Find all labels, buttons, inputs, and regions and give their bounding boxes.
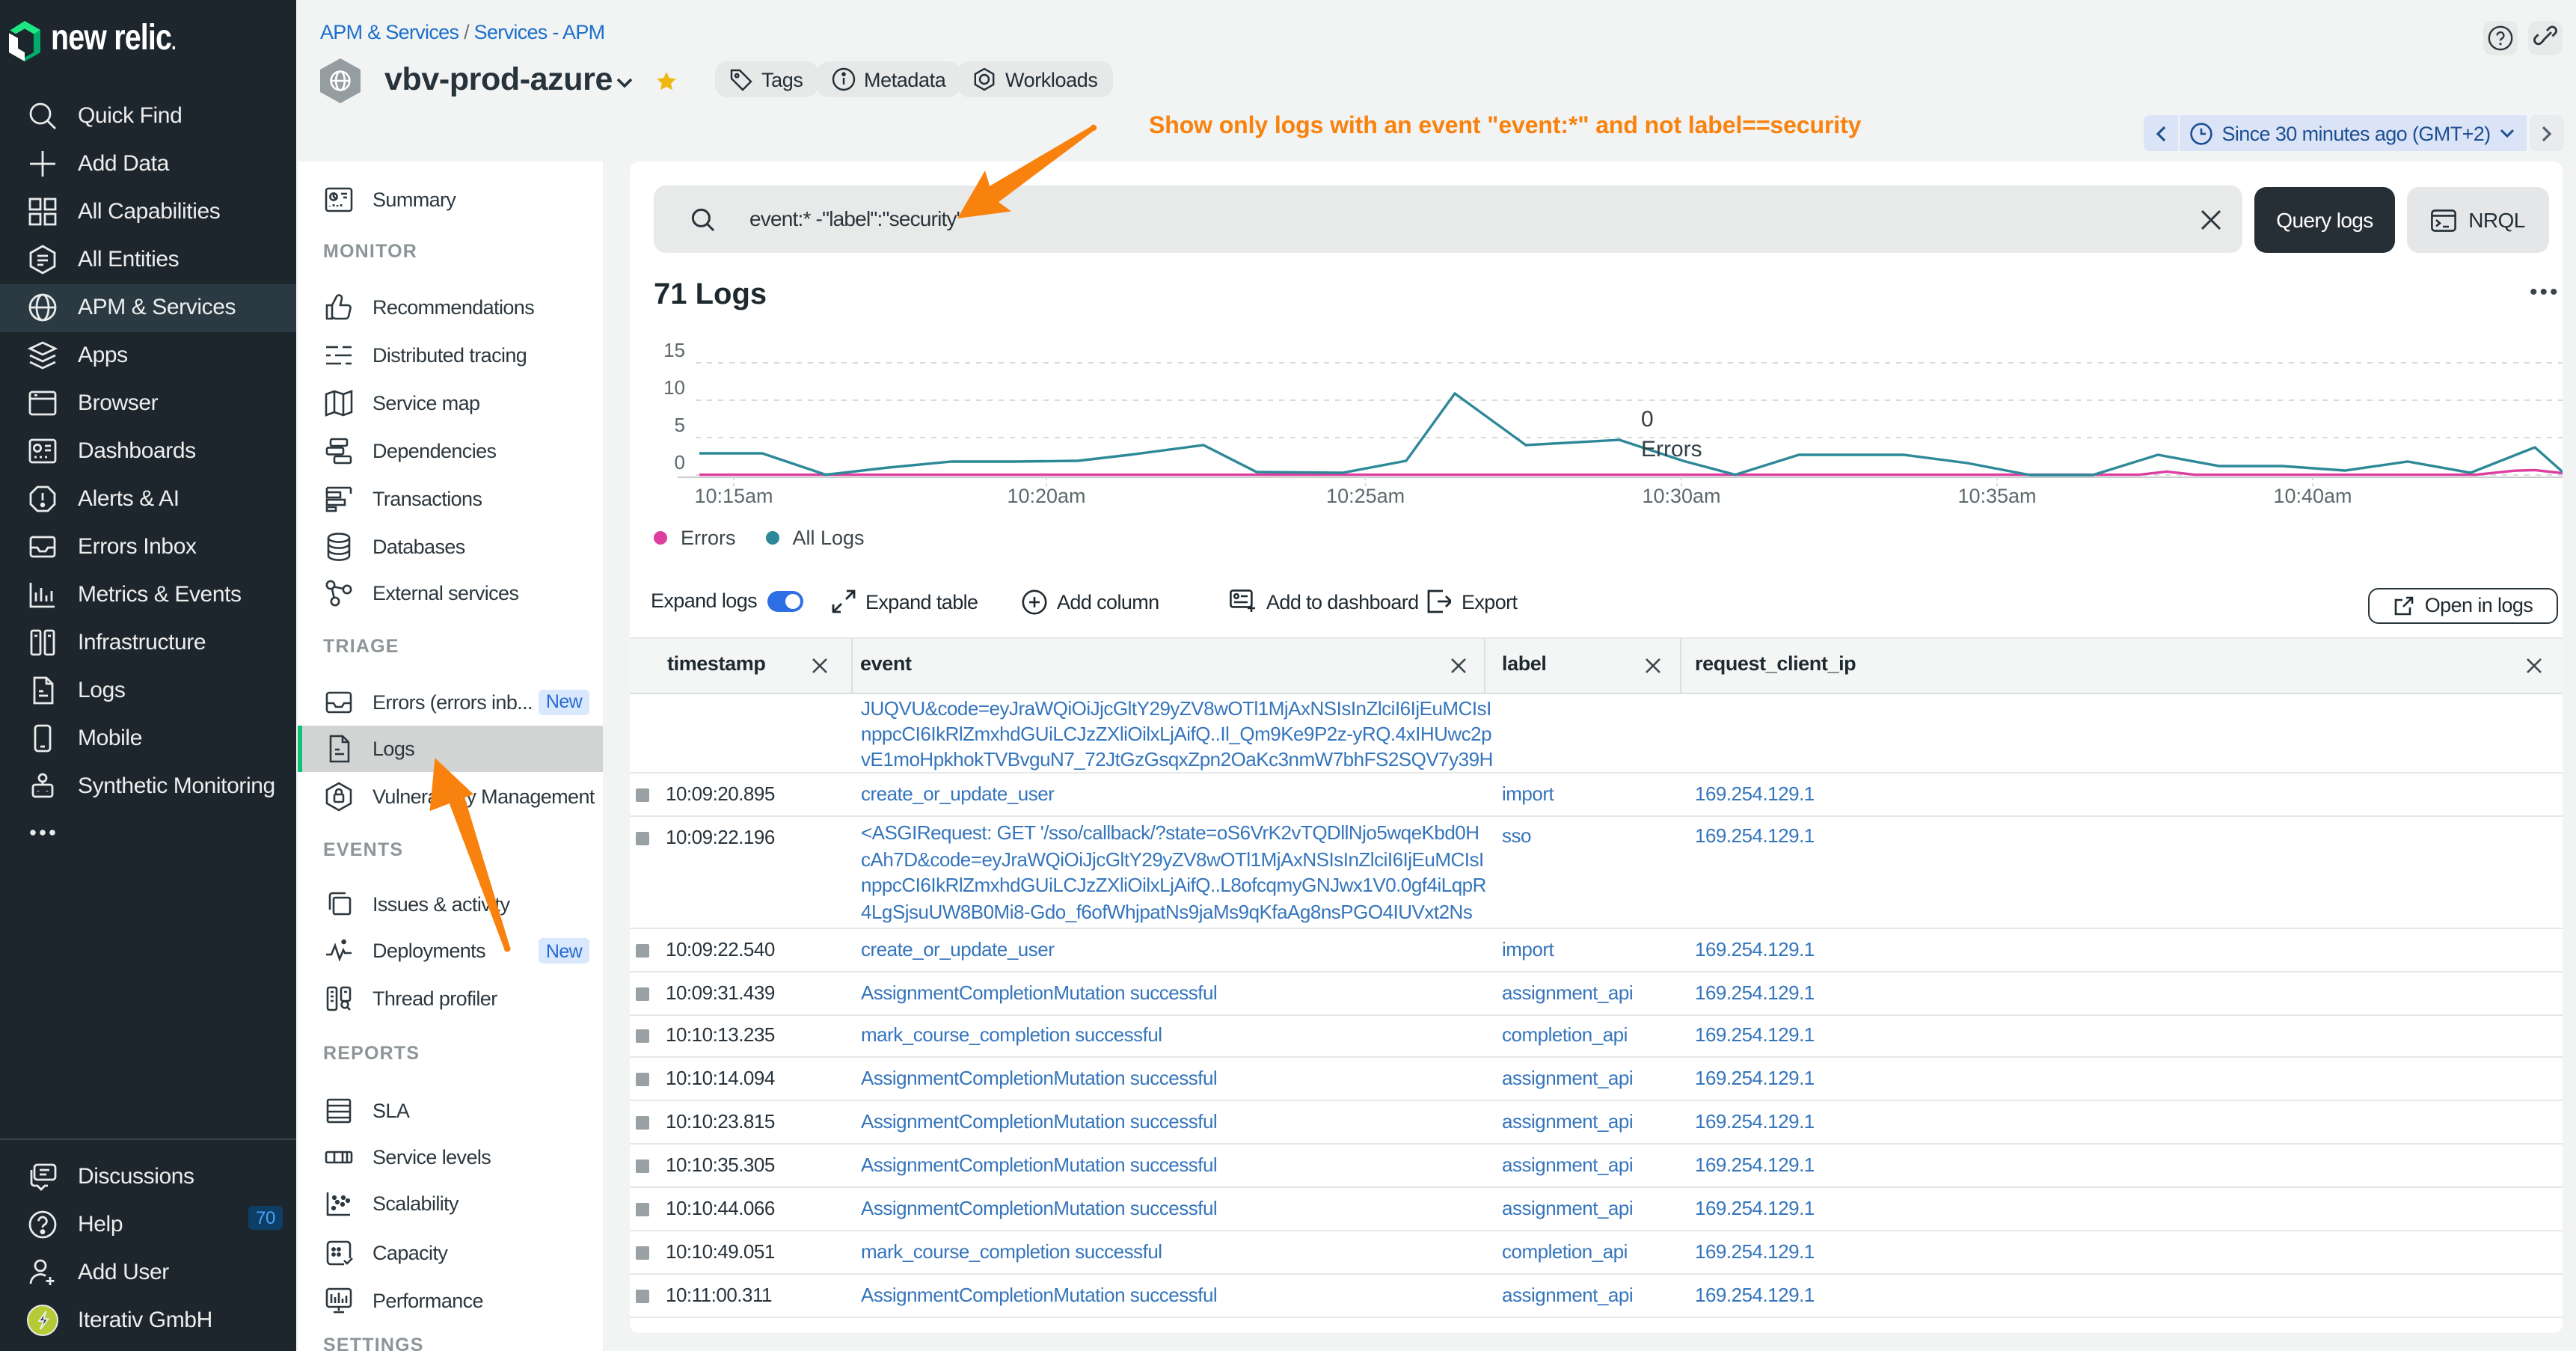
svg-text:10:25am: 10:25am [1326,485,1405,507]
svg-text:5: 5 [675,414,685,436]
svg-text:15: 15 [663,339,685,361]
svg-text:10:30am: 10:30am [1642,485,1720,507]
svg-text:10:35am: 10:35am [1957,485,2036,507]
svg-text:Errors: Errors [1641,437,1702,462]
svg-text:10: 10 [663,376,685,399]
svg-text:10:20am: 10:20am [1007,485,1085,507]
svg-text:10:15am: 10:15am [694,485,773,507]
svg-text:0: 0 [675,451,685,474]
svg-text:0: 0 [1641,407,1654,432]
svg-text:10:40am: 10:40am [2273,485,2352,507]
